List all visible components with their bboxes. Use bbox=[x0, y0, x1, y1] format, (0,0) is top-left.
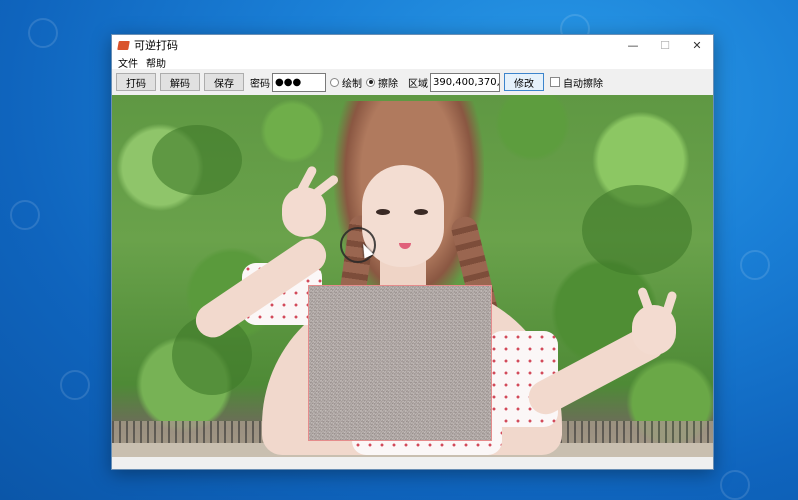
password-field[interactable]: ●●● bbox=[272, 72, 326, 92]
modify-button[interactable]: 修改 bbox=[504, 73, 544, 91]
watermark-icon bbox=[28, 18, 58, 48]
status-bar bbox=[112, 457, 713, 469]
mouth bbox=[399, 243, 411, 249]
toolbar: 打码 解码 保存 密码 ●●● 绘制 擦除 区域 390,400,370,330… bbox=[112, 69, 713, 95]
region-label: 区域 bbox=[408, 78, 428, 90]
menu-help[interactable]: 帮助 bbox=[146, 55, 166, 70]
erase-label: 擦除 bbox=[378, 78, 398, 90]
draw-label: 绘制 bbox=[342, 78, 362, 90]
maximize-button[interactable]: ☐ bbox=[649, 35, 681, 55]
close-button[interactable]: ✕ bbox=[681, 35, 713, 55]
minimize-button[interactable]: — bbox=[617, 35, 649, 55]
image-canvas[interactable] bbox=[112, 95, 713, 457]
app-window: 可逆打码 — ☐ ✕ 文件 帮助 打码 解码 保存 密码 ●●● 绘制 擦除 区… bbox=[111, 34, 714, 470]
draw-radio[interactable] bbox=[330, 77, 339, 87]
region-field[interactable]: 390,400,370,330 bbox=[430, 72, 500, 92]
watermark-icon bbox=[60, 370, 90, 400]
watermark-icon bbox=[10, 200, 40, 230]
window-controls: — ☐ ✕ bbox=[617, 35, 713, 55]
left-eye bbox=[376, 209, 390, 215]
menu-file[interactable]: 文件 bbox=[118, 55, 138, 70]
auto-erase-checkbox[interactable] bbox=[550, 77, 560, 87]
auto-erase-label: 自动擦除 bbox=[563, 78, 603, 90]
ivy-shadow bbox=[152, 125, 242, 195]
right-eye bbox=[414, 209, 428, 215]
window-title: 可逆打码 bbox=[134, 39, 178, 52]
watermark-icon bbox=[740, 250, 770, 280]
password-label: 密码 bbox=[250, 78, 270, 90]
watermark-icon bbox=[720, 470, 750, 500]
decode-button[interactable]: 解码 bbox=[160, 73, 200, 91]
ivy-shadow bbox=[582, 185, 692, 275]
mosaic-region[interactable] bbox=[308, 285, 492, 441]
app-logo-icon bbox=[117, 40, 130, 50]
encode-button[interactable]: 打码 bbox=[116, 73, 156, 91]
erase-radio[interactable] bbox=[366, 77, 375, 87]
title-bar[interactable]: 可逆打码 — ☐ ✕ bbox=[112, 35, 713, 55]
menu-bar: 文件 帮助 bbox=[112, 55, 713, 70]
save-button[interactable]: 保存 bbox=[204, 73, 244, 91]
